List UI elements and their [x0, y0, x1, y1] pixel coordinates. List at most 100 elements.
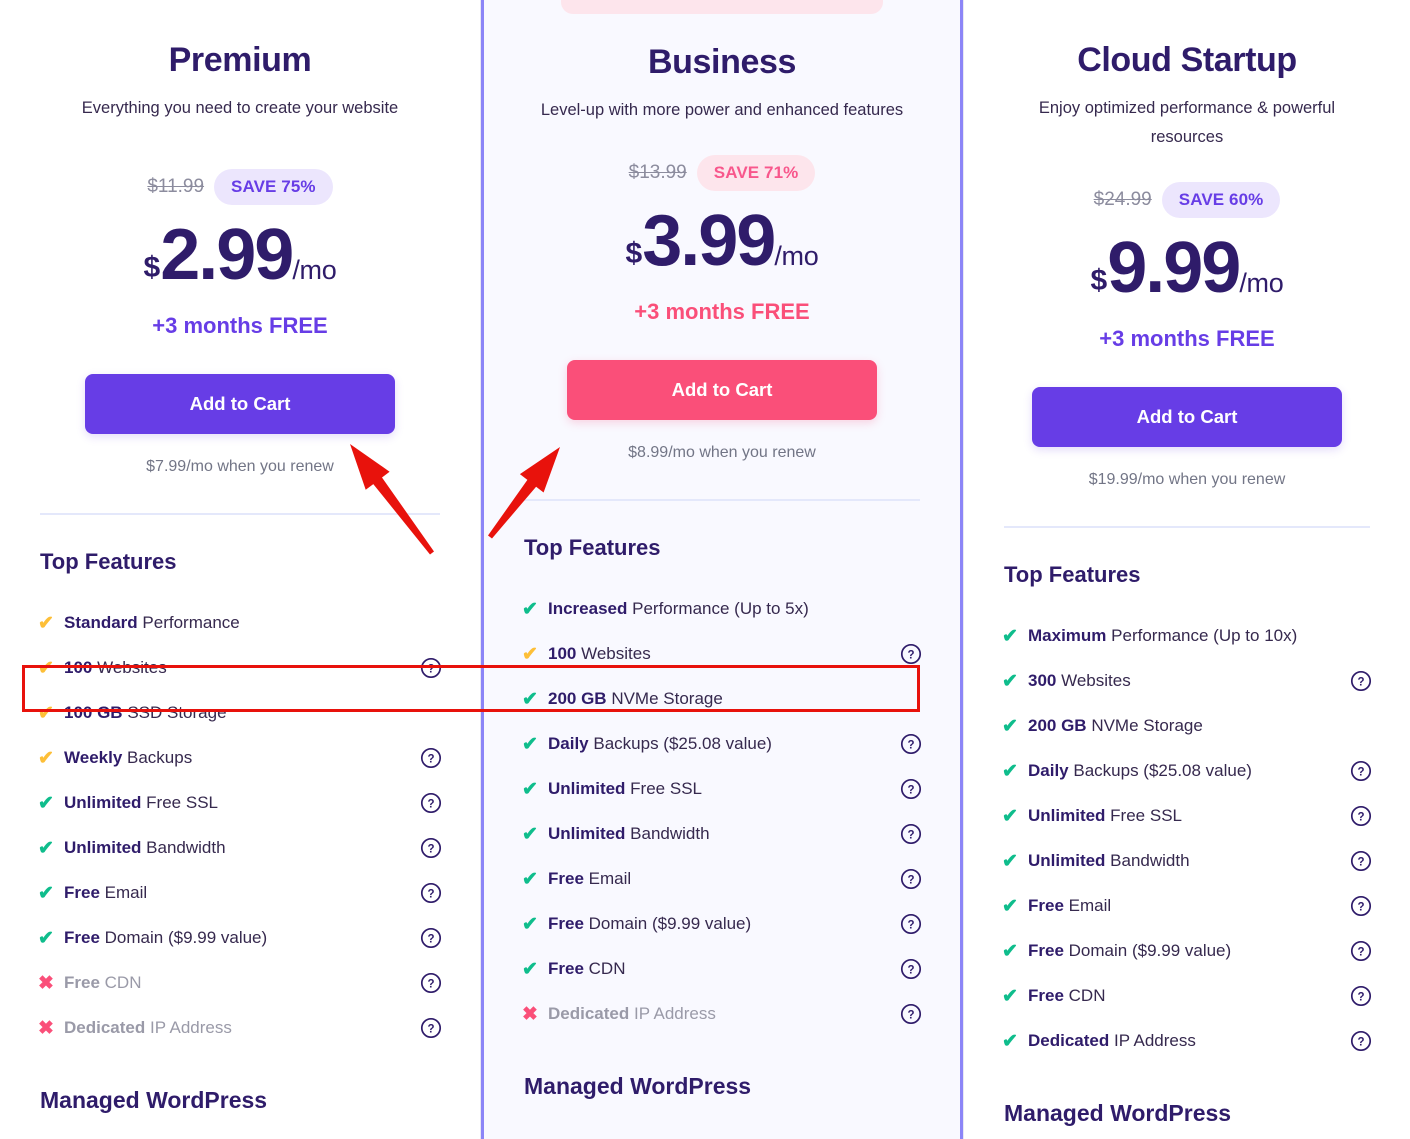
help-circle-icon[interactable]: ? — [1350, 760, 1372, 782]
add-to-cart-button-cloud[interactable]: Add to Cart — [1032, 386, 1342, 447]
feature-label-bold: Dedicated — [548, 1004, 630, 1024]
feature-label-bold: Standard — [64, 613, 138, 633]
help-circle-icon[interactable]: ? — [900, 868, 922, 890]
feature-list-premium: ✔ Standard Performance ✔ 100 Websites? ✔ 100 … — [38, 575, 442, 1051]
free-months-note-premium: +3 months FREE — [152, 312, 328, 338]
feature-label-bold: Daily — [1028, 761, 1069, 781]
svg-text:?: ? — [427, 753, 434, 765]
feature-row: ✔ Free Domain ($9.99 value)? — [38, 916, 442, 961]
svg-text:?: ? — [1357, 766, 1364, 778]
original-price-premium: $11.99 — [147, 175, 205, 197]
help-icon-placeholder — [900, 688, 922, 710]
feature-label-bold: Free — [64, 928, 100, 948]
help-circle-icon[interactable]: ? — [420, 792, 442, 814]
help-circle-icon[interactable]: ? — [420, 1017, 442, 1039]
feature-label-bold: Dedicated — [1028, 1031, 1110, 1051]
feature-label: 200 GB NVMe Storage — [1028, 716, 1350, 736]
feature-label: Unlimited Bandwidth — [64, 838, 420, 858]
feature-label-rest: Performance — [137, 613, 240, 633]
feature-label: Dedicated IP Address — [1028, 1031, 1350, 1051]
check-icon: ✔ — [522, 778, 538, 800]
feature-label-rest: Performance (Up to 10x) — [1106, 626, 1298, 646]
feature-row: ✔ 200 GB NVMe Storage — [522, 677, 922, 722]
svg-text:?: ? — [907, 964, 914, 976]
feature-row: ✔ Free CDN? — [1002, 974, 1372, 1019]
help-circle-icon[interactable]: ? — [900, 913, 922, 935]
help-circle-icon[interactable]: ? — [420, 837, 442, 859]
feature-label-bold: Unlimited — [1028, 851, 1106, 871]
check-icon: ✔ — [1002, 895, 1018, 917]
help-circle-icon[interactable]: ? — [900, 733, 922, 755]
save-badge-business: SAVE 71% — [696, 154, 816, 191]
svg-text:?: ? — [427, 978, 434, 990]
feature-label: Unlimited Free SSL — [548, 779, 900, 799]
feature-label-bold: Free — [1028, 986, 1064, 1006]
add-to-cart-button-business[interactable]: Add to Cart — [567, 359, 877, 420]
price-amount-cloud: 9.99 — [1107, 227, 1241, 308]
feature-label: Free Email — [1028, 896, 1350, 916]
renewal-price-note-business: $8.99/mo when you renew — [628, 443, 816, 461]
most-popular-ribbon — [561, 0, 883, 14]
original-price-business: $13.99 — [628, 161, 687, 183]
help-circle-icon[interactable]: ? — [1350, 850, 1372, 872]
feature-row: ✖ Free CDN? — [38, 961, 442, 1006]
feature-label: Unlimited Bandwidth — [548, 824, 900, 844]
feature-label-bold: 100 GB — [64, 703, 123, 723]
help-icon-placeholder — [420, 702, 442, 724]
feature-label-rest: Email — [1063, 896, 1112, 916]
help-circle-icon[interactable]: ? — [900, 1003, 922, 1025]
help-circle-icon[interactable]: ? — [900, 778, 922, 800]
price-row-premium: $2.99/mo — [38, 219, 442, 291]
help-circle-icon[interactable]: ? — [420, 747, 442, 769]
check-icon: ✔ — [1002, 670, 1018, 692]
svg-text:?: ? — [907, 784, 914, 796]
feature-label: Unlimited Free SSL — [64, 793, 420, 813]
feature-label-rest: CDN — [1063, 986, 1106, 1006]
feature-label-bold: Maximum — [1028, 626, 1107, 646]
feature-label-bold: 300 — [1028, 671, 1057, 691]
help-circle-icon[interactable]: ? — [900, 958, 922, 980]
feature-row: ✔ Free Domain ($9.99 value)? — [522, 902, 922, 947]
help-circle-icon[interactable]: ? — [900, 823, 922, 845]
feature-label-rest: Free SSL — [1105, 806, 1182, 826]
help-circle-icon[interactable]: ? — [1350, 1030, 1372, 1052]
feature-label-rest: Bandwidth — [1105, 851, 1190, 871]
help-icon-placeholder — [1350, 625, 1372, 647]
save-row-business: $13.99 SAVE 71% — [522, 154, 922, 191]
help-circle-icon[interactable]: ? — [1350, 805, 1372, 827]
currency-symbol-premium: $ — [143, 250, 161, 284]
feature-label: Dedicated IP Address — [64, 1018, 420, 1038]
help-circle-icon[interactable]: ? — [420, 882, 442, 904]
top-features-heading-business: Top Features — [524, 534, 661, 560]
feature-label: 100 Websites — [548, 644, 900, 664]
feature-label-rest: NVMe Storage — [1086, 716, 1203, 736]
feature-list-cloud: ✔ Maximum Performance (Up to 10x) ✔ 300 Web… — [1002, 588, 1372, 1064]
feature-row: ✔ Unlimited Free SSL? — [1002, 794, 1372, 839]
feature-label-rest: Email — [583, 869, 632, 889]
price-row-cloud: $9.99/mo — [1002, 232, 1372, 304]
check-icon: ✔ — [38, 657, 54, 679]
check-icon: ✔ — [1002, 985, 1018, 1007]
help-circle-icon[interactable]: ? — [420, 927, 442, 949]
feature-label-bold: Unlimited — [548, 824, 626, 844]
add-to-cart-button-premium[interactable]: Add to Cart — [85, 373, 395, 434]
help-circle-icon[interactable]: ? — [420, 657, 442, 679]
feature-label-bold: Free — [1028, 941, 1064, 961]
feature-row: ✔ Unlimited Bandwidth? — [522, 812, 922, 857]
help-circle-icon[interactable]: ? — [900, 643, 922, 665]
feature-label-bold: Free — [64, 883, 100, 903]
feature-label: 300 Websites — [1028, 671, 1350, 691]
feature-row: ✔ Weekly Backups? — [38, 736, 442, 781]
help-circle-icon[interactable]: ? — [1350, 985, 1372, 1007]
check-icon: ✔ — [38, 702, 54, 724]
managed-wordpress-heading-cloud: Managed WordPress — [1004, 1099, 1232, 1126]
help-circle-icon[interactable]: ? — [420, 972, 442, 994]
help-circle-icon[interactable]: ? — [1350, 670, 1372, 692]
feature-row: ✔ Daily Backups ($25.08 value)? — [1002, 749, 1372, 794]
feature-row: ✔ Maximum Performance (Up to 10x) — [1002, 614, 1372, 659]
help-circle-icon[interactable]: ? — [1350, 895, 1372, 917]
price-period-premium: /mo — [292, 254, 337, 285]
svg-text:?: ? — [1357, 856, 1364, 868]
feature-label-bold: 200 GB — [1028, 716, 1087, 736]
help-circle-icon[interactable]: ? — [1350, 940, 1372, 962]
